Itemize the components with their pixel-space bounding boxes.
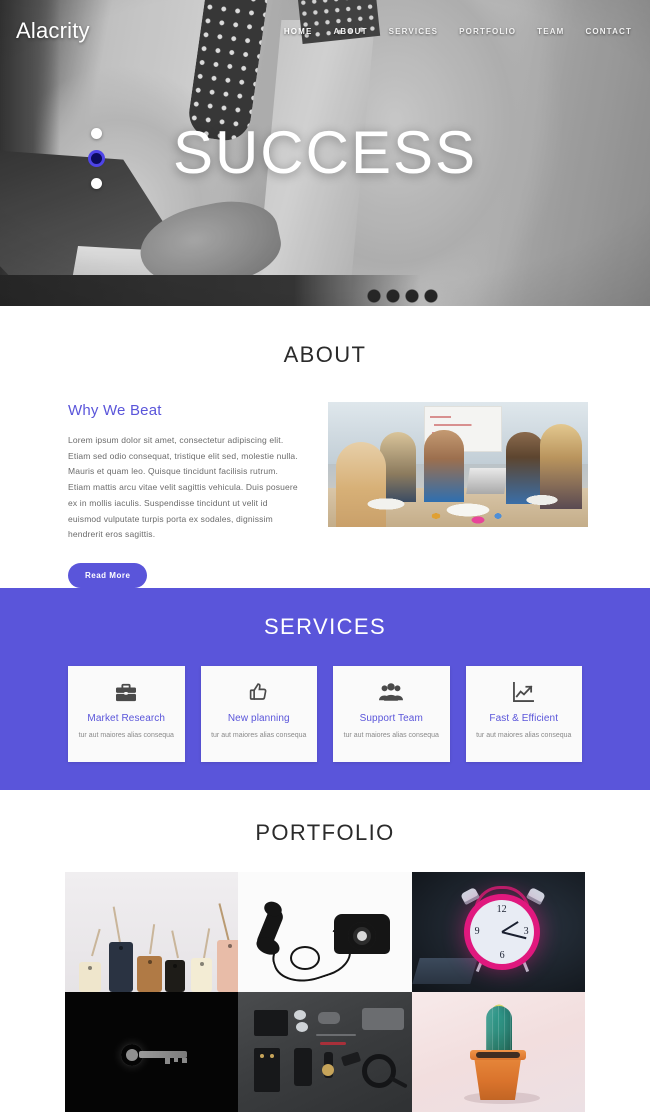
portfolio-item-telephone[interactable] — [238, 872, 412, 993]
about-image — [328, 402, 588, 527]
about-text-column: Why We Beat Lorem ipsum dolor sit amet, … — [68, 402, 302, 589]
service-card-title: Fast & Efficient — [489, 713, 559, 725]
nav-item-contact[interactable]: CONTACT — [585, 27, 632, 36]
hero-section: Alacrity HOME ABOUT SERVICES PORTFOLIO T… — [0, 0, 650, 306]
about-section: ABOUT Why We Beat Lorem ipsum dolor sit … — [0, 306, 650, 589]
portfolio-item-alarm-clock[interactable]: 12 3 6 9 — [411, 872, 585, 993]
service-card-fast-efficient[interactable]: Fast & Efficient tur aut maiores alias c… — [465, 666, 582, 763]
landing-page: Alacrity HOME ABOUT SERVICES PORTFOLIO T… — [0, 0, 650, 1112]
briefcase-icon — [76, 679, 177, 705]
thumbs-up-icon — [209, 679, 310, 705]
nav-item-services[interactable]: SERVICES — [389, 27, 439, 36]
portfolio-item-cactus[interactable] — [411, 992, 585, 1112]
portfolio-item-key[interactable] — [65, 992, 239, 1112]
hero-slider-dots[interactable] — [91, 128, 102, 189]
service-card-text: tur aut maiores alias consequa — [476, 732, 572, 740]
main-navigation[interactable]: Alacrity HOME ABOUT SERVICES PORTFOLIO T… — [0, 0, 650, 62]
read-more-button[interactable]: Read More — [68, 563, 148, 589]
about-section-title: ABOUT — [283, 342, 367, 367]
nav-item-about[interactable]: ABOUT — [333, 27, 367, 36]
nav-item-team[interactable]: TEAM — [537, 27, 564, 36]
users-group-icon — [341, 679, 442, 705]
slider-dot-2[interactable] — [91, 153, 102, 164]
growth-chart-icon — [474, 679, 575, 705]
service-card-title: New planning — [227, 713, 290, 725]
site-logo[interactable]: Alacrity — [16, 18, 90, 44]
service-card-text: tur aut maiores alias consequa — [78, 732, 174, 740]
clock-number-9: 9 — [474, 926, 480, 938]
about-heading: Why We Beat — [68, 402, 162, 419]
portfolio-grid: 12 3 6 9 — [65, 872, 585, 1112]
portfolio-item-tags[interactable] — [65, 872, 239, 993]
clock-number-3: 3 — [523, 926, 529, 938]
service-card-title: Support Team — [359, 713, 423, 725]
clock-number-12: 12 — [496, 904, 507, 916]
service-card-support-team[interactable]: Support Team tur aut maiores alias conse… — [333, 666, 450, 763]
clock-number-6: 6 — [499, 950, 505, 962]
portfolio-section-title: PORTFOLIO — [255, 820, 395, 846]
service-card-text: tur aut maiores alias consequa — [343, 732, 439, 740]
slider-dot-3[interactable] — [91, 178, 102, 189]
services-card-list: Market Research tur aut maiores alias co… — [0, 666, 650, 763]
services-section: SERVICES Market Research tur aut maiores… — [0, 588, 650, 791]
nav-item-portfolio[interactable]: PORTFOLIO — [459, 27, 516, 36]
service-card-new-planning[interactable]: New planning tur aut maiores alias conse… — [200, 666, 317, 763]
service-card-text: tur aut maiores alias consequa — [211, 732, 307, 740]
slider-dot-1[interactable] — [91, 128, 102, 139]
service-card-market-research[interactable]: Market Research tur aut maiores alias co… — [68, 666, 185, 763]
services-section-title: SERVICES — [263, 614, 387, 640]
nav-menu[interactable]: HOME ABOUT SERVICES PORTFOLIO TEAM CONTA… — [284, 27, 632, 36]
portfolio-section: PORTFOLIO 12 3 6 9 — [0, 790, 650, 1112]
service-card-title: Market Research — [87, 713, 166, 725]
about-paragraph: Lorem ipsum dolor sit amet, consectetur … — [68, 435, 298, 540]
nav-item-home[interactable]: HOME — [284, 27, 313, 36]
portfolio-item-flatlay[interactable] — [238, 992, 412, 1112]
